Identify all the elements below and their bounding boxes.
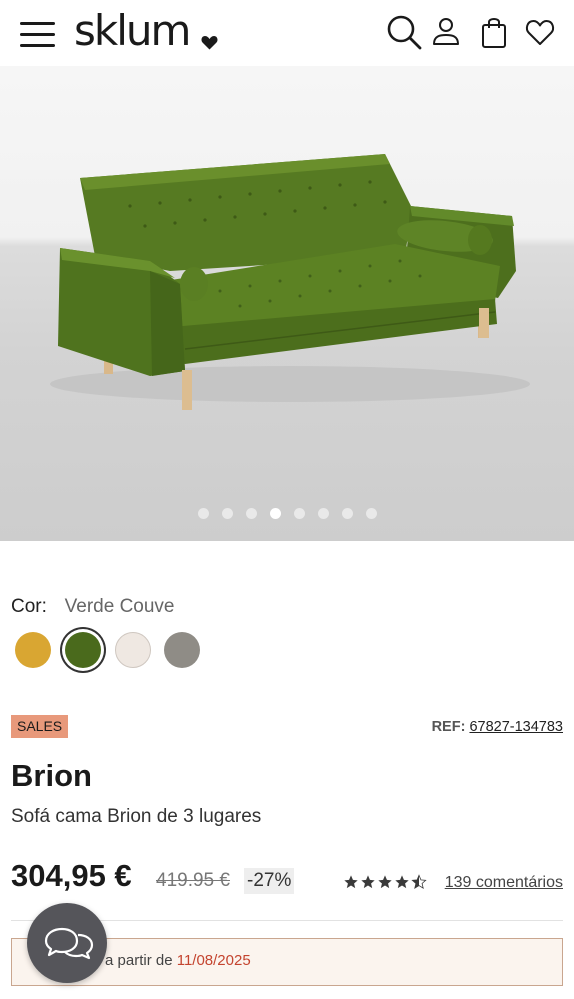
search-icon[interactable] xyxy=(386,14,422,50)
gallery-dot-5[interactable] xyxy=(293,508,305,519)
product-reference: REF: 67827-134783 xyxy=(432,719,563,735)
product-description: Sofá cama Brion de 3 lugares xyxy=(11,806,262,827)
wishlist-heart-icon[interactable] xyxy=(524,14,560,50)
ref-code-link[interactable]: 67827-134783 xyxy=(469,719,563,735)
gallery-dot-7[interactable] xyxy=(341,508,353,519)
shopping-bag-icon[interactable] xyxy=(478,14,514,50)
sofa-bed-image xyxy=(50,154,530,410)
logo-heart-icon xyxy=(201,36,218,50)
current-price: 304,95 € xyxy=(11,858,132,893)
product-title: Brion xyxy=(11,758,92,793)
gallery-dot-4-active[interactable] xyxy=(269,508,281,519)
discount-badge: -27% xyxy=(244,868,295,894)
sales-badge: SALES xyxy=(11,715,69,738)
gallery-dot-1[interactable] xyxy=(197,508,209,519)
rating-stars[interactable] xyxy=(343,874,427,890)
chat-button[interactable] xyxy=(27,903,107,983)
color-swatch-cream[interactable] xyxy=(115,632,151,668)
gallery-dot-8[interactable] xyxy=(365,508,377,519)
gallery-pagination xyxy=(0,508,574,519)
delivery-prefix: a partir de xyxy=(105,952,173,969)
selected-color-name: Verde Couve xyxy=(64,596,175,617)
chat-bubbles-icon xyxy=(44,927,94,960)
star-icon xyxy=(344,875,358,889)
star-icon xyxy=(378,875,392,889)
star-icon xyxy=(395,875,409,889)
user-icon[interactable] xyxy=(430,14,466,50)
delivery-date: 11/08/2025 xyxy=(176,952,251,969)
gallery-dot-2[interactable] xyxy=(221,508,233,519)
gallery-dot-3[interactable] xyxy=(245,508,257,519)
ref-label: REF: xyxy=(431,719,466,735)
original-price: 419.95 € xyxy=(156,870,230,891)
gallery-dot-6[interactable] xyxy=(317,508,329,519)
sklum-logo[interactable]: sklum xyxy=(74,6,218,56)
hamburger-menu-icon[interactable] xyxy=(20,22,56,48)
delivery-text: a partir de 11/08/2025 xyxy=(105,952,251,969)
half-star-icon xyxy=(411,874,427,889)
site-header: sklum xyxy=(0,0,574,66)
reviews-link[interactable]: 139 comentários xyxy=(445,874,563,892)
product-image-gallery[interactable] xyxy=(0,66,574,541)
color-swatch-green[interactable] xyxy=(65,632,101,668)
star-icon xyxy=(361,875,375,889)
color-selector-label: Cor: Verde Couve xyxy=(11,596,175,618)
color-label: Cor: xyxy=(11,596,47,617)
color-swatch-mustard[interactable] xyxy=(15,632,51,668)
color-swatch-grey[interactable] xyxy=(164,632,200,668)
